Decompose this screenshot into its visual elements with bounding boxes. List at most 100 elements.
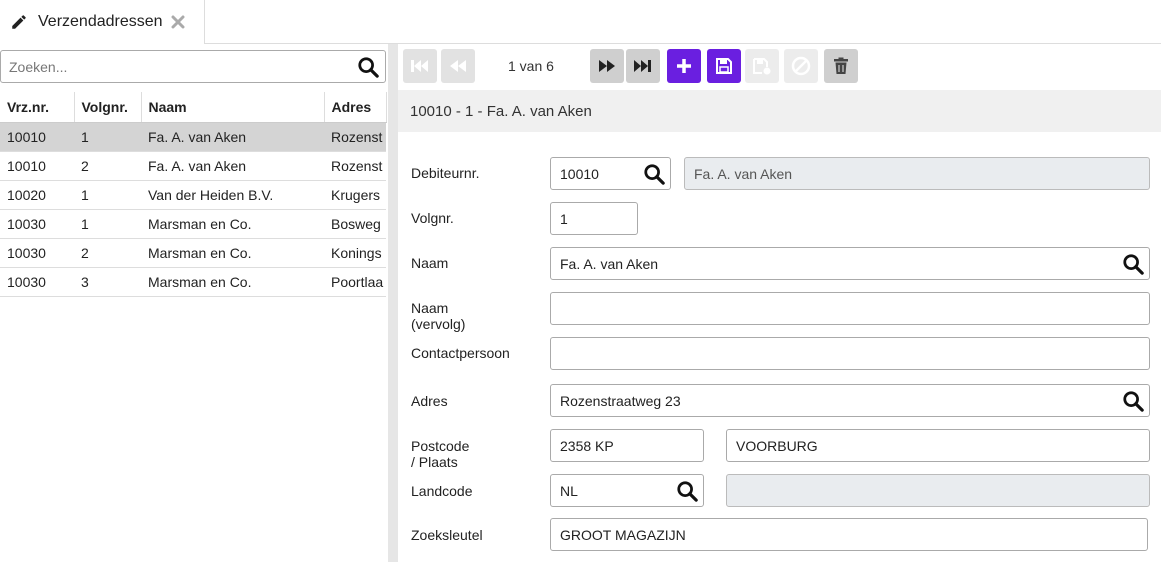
cell-naam: Marsman en Co. [141, 238, 324, 268]
next-button[interactable] [590, 49, 624, 83]
naam-value: Fa. A. van Aken [560, 255, 659, 272]
last-button[interactable] [626, 49, 660, 83]
cancel-icon [791, 56, 811, 76]
cell-vrznr: 10010 [0, 122, 74, 152]
save-button[interactable] [707, 49, 741, 83]
volgnr-value: 1 [560, 210, 568, 227]
table-row[interactable]: 10020 1 Van der Heiden B.V. Krugers [0, 180, 386, 210]
postcode-field[interactable]: 2358 KP [550, 429, 704, 462]
cell-vrznr: 10030 [0, 267, 74, 297]
postcode-value: 2358 KP [560, 437, 614, 454]
search-icon[interactable] [357, 56, 379, 78]
cell-naam: Marsman en Co. [141, 209, 324, 239]
naam-vervolg-field[interactable] [550, 292, 1150, 325]
save-as-icon [753, 58, 771, 75]
toolbar: 1 van 6 [403, 49, 1103, 83]
table-row[interactable]: 10030 1 Marsman en Co. Bosweg [0, 209, 386, 239]
save-icon [716, 58, 732, 74]
cell-naam: Marsman en Co. [141, 267, 324, 297]
last-icon [634, 60, 651, 72]
cell-vrznr: 10020 [0, 180, 74, 210]
cell-naam: Fa. A. van Aken [141, 151, 324, 181]
cell-volgnr: 2 [74, 238, 141, 268]
cell-adres: Rozenst [324, 151, 386, 181]
search-icon[interactable] [676, 480, 698, 502]
cell-adres: Bosweg [324, 209, 386, 239]
cell-volgnr: 2 [74, 151, 141, 181]
label-landcode: Landcode [411, 483, 473, 499]
debiteurnr-field[interactable]: 10010 [550, 157, 671, 190]
contactpersoon-field[interactable] [550, 337, 1150, 370]
detail-panel: 1 van 6 10010 - 1 - Fa. A. van Aken Debi… [398, 44, 1161, 562]
cell-adres: Konings [324, 238, 386, 268]
label-naam: Naam [411, 255, 449, 271]
debiteur-name-field: Fa. A. van Aken [684, 157, 1150, 190]
search-icon[interactable] [643, 163, 665, 185]
plaats-value: VOORBURG [736, 437, 818, 454]
first-button[interactable] [403, 49, 437, 83]
tab-verzendadressen[interactable]: Verzendadressen [0, 0, 205, 44]
table-row[interactable]: 10010 1 Fa. A. van Aken Rozenst [0, 122, 386, 152]
close-icon[interactable] [171, 15, 185, 29]
cell-volgnr: 3 [74, 267, 141, 297]
cell-volgnr: 1 [74, 122, 141, 152]
label-volgnr: Volgnr. [411, 210, 454, 226]
label-debiteurnr: Debiteurnr. [411, 165, 480, 181]
table-header-row: Vrz.nr. Volgnr. Naam Adres [0, 92, 387, 123]
volgnr-field[interactable]: 1 [550, 202, 638, 235]
cell-adres: Krugers [324, 180, 386, 210]
label-postcode-plaats: Postcode / Plaats [411, 438, 470, 470]
cell-naam: Fa. A. van Aken [141, 122, 324, 152]
zoeksleutel-value: GROOT MAGAZIJN [560, 526, 686, 543]
label-zoeksleutel: Zoeksleutel [411, 527, 483, 543]
table-row[interactable]: 10010 2 Fa. A. van Aken Rozenst [0, 151, 386, 181]
save-as-button[interactable] [745, 49, 779, 83]
record-header: 10010 - 1 - Fa. A. van Aken [398, 90, 1161, 132]
pencil-icon [12, 15, 26, 29]
column-header-vrznr[interactable]: Vrz.nr. [0, 92, 75, 123]
pager-text: 1 van 6 [508, 58, 554, 74]
cell-volgnr: 1 [74, 180, 141, 210]
search-icon[interactable] [1122, 390, 1144, 412]
cell-adres: Rozenst [324, 122, 386, 152]
landcode-field[interactable]: NL [550, 474, 704, 507]
table-row[interactable]: 10030 2 Marsman en Co. Konings [0, 238, 386, 268]
label-adres: Adres [411, 393, 448, 409]
search-input[interactable] [1, 51, 357, 82]
first-icon [411, 60, 428, 72]
zoeksleutel-field[interactable]: GROOT MAGAZIJN [550, 518, 1148, 551]
trash-icon [834, 57, 848, 74]
next-icon [599, 60, 615, 72]
column-header-adres[interactable]: Adres [324, 92, 387, 123]
search-box[interactable] [0, 50, 386, 83]
add-button[interactable] [667, 49, 701, 83]
cell-naam: Van der Heiden B.V. [141, 180, 324, 210]
label-naam-vervolg: Naam (vervolg) [411, 300, 466, 332]
delete-button[interactable] [824, 49, 858, 83]
naam-field[interactable]: Fa. A. van Aken [550, 247, 1150, 280]
cancel-button[interactable] [784, 49, 818, 83]
adres-value: Rozenstraatweg 23 [560, 392, 681, 409]
debiteurnr-value: 10010 [560, 165, 599, 182]
cell-vrznr: 10010 [0, 151, 74, 181]
cell-vrznr: 10030 [0, 238, 74, 268]
tab-bar: Verzendadressen [0, 0, 1161, 44]
column-header-naam[interactable]: Naam [141, 92, 325, 123]
cell-adres: Poortlaa [324, 267, 386, 297]
plaats-field[interactable]: VOORBURG [726, 429, 1150, 462]
previous-button[interactable] [441, 49, 475, 83]
previous-icon [450, 60, 466, 72]
debiteur-name-value: Fa. A. van Aken [694, 165, 793, 182]
panel-splitter[interactable] [388, 44, 398, 562]
results-table: Vrz.nr. Volgnr. Naam Adres 10010 1 Fa. A… [0, 92, 387, 297]
search-icon[interactable] [1122, 253, 1144, 275]
cell-vrznr: 10030 [0, 209, 74, 239]
list-panel: Vrz.nr. Volgnr. Naam Adres 10010 1 Fa. A… [0, 44, 388, 562]
column-header-volgnr[interactable]: Volgnr. [74, 92, 142, 123]
record-title: 10010 - 1 - Fa. A. van Aken [410, 102, 592, 120]
landcode-description-field [726, 474, 1150, 507]
table-row[interactable]: 10030 3 Marsman en Co. Poortlaa [0, 267, 386, 297]
adres-field[interactable]: Rozenstraatweg 23 [550, 384, 1150, 417]
cell-volgnr: 1 [74, 209, 141, 239]
landcode-value: NL [560, 482, 578, 499]
